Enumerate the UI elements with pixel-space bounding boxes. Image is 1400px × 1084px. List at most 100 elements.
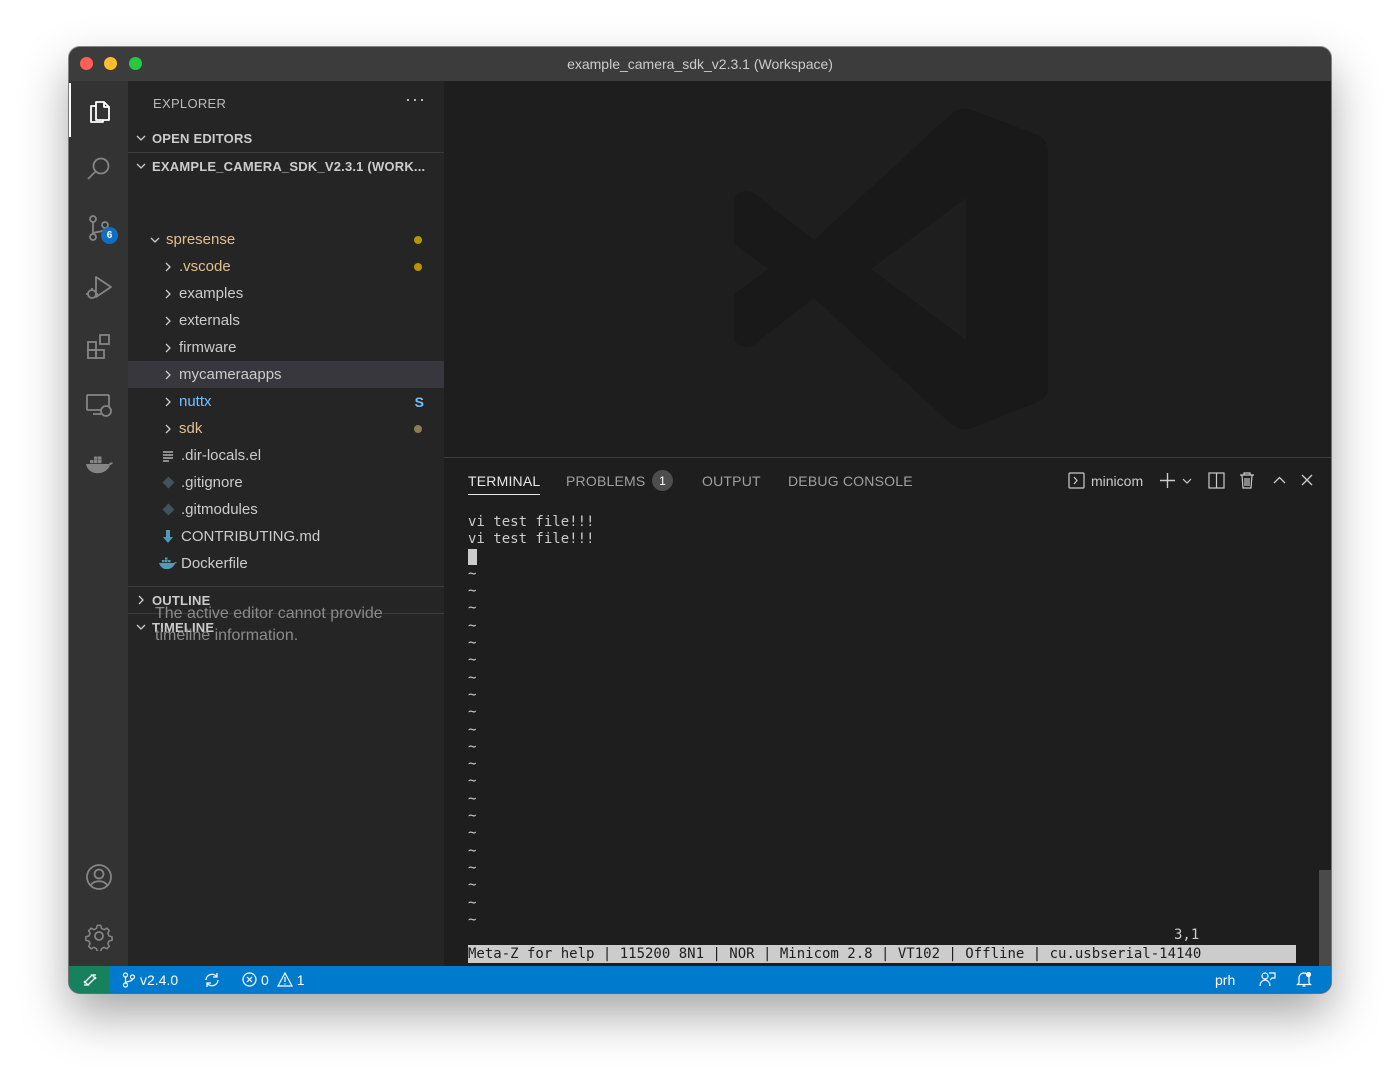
sync-button[interactable]	[204, 966, 220, 993]
workspace-label: EXAMPLE_CAMERA_SDK_V2.3.1 (WORK...	[152, 158, 426, 174]
problems-count-badge: 1	[652, 470, 673, 491]
remote-explorer-activity[interactable]	[69, 378, 128, 432]
bell-icon	[1296, 971, 1312, 987]
chevron-right-icon	[161, 369, 175, 381]
branch-indicator[interactable]: v2.4.0	[122, 966, 178, 993]
explorer-activity[interactable]	[69, 83, 128, 137]
active-tab-indicator	[468, 494, 540, 495]
terminal-selector[interactable]	[1068, 472, 1085, 489]
tree-file[interactable]: CONTRIBUTING.md	[128, 523, 444, 550]
chevron-down-icon	[130, 160, 152, 172]
chevron-down-icon	[1182, 478, 1192, 484]
problems-indicator[interactable]: 0 1	[242, 966, 305, 993]
vi-empty-line: ~	[468, 669, 477, 686]
git-icon	[159, 476, 177, 489]
warning-icon	[276, 972, 293, 987]
terminal-line: vi test file!!!	[468, 514, 595, 530]
chevron-right-icon	[161, 396, 175, 408]
run-debug-icon	[85, 276, 112, 299]
vi-empty-line: ~	[468, 617, 477, 634]
close-panel-button[interactable]	[1301, 474, 1313, 486]
vi-empty-line: ~	[468, 704, 477, 721]
tree-file[interactable]: .gitignore	[128, 469, 444, 496]
terminal-dropdown-button[interactable]	[1182, 476, 1192, 486]
search-icon	[86, 157, 109, 180]
manage-activity[interactable]	[69, 909, 128, 963]
lines-icon	[159, 450, 177, 462]
bottom-panel: TERMINAL PROBLEMS 1 OUTPUT DEBUG CONSOLE…	[444, 457, 1331, 967]
zoom-window-button[interactable]	[129, 57, 142, 70]
terminal-output[interactable]: vi test file!!! vi test file!!! ~ ~ ~ ~ ~ ~ ~ ~ ~ ~…	[468, 514, 1308, 929]
activity-bar: 6	[69, 81, 128, 966]
search-activity[interactable]	[69, 142, 128, 196]
extensions-activity[interactable]	[69, 319, 128, 373]
vi-empty-line: ~	[468, 825, 477, 842]
run-debug-activity[interactable]	[69, 260, 128, 314]
submodule-badge: S	[414, 393, 424, 410]
tree-folder[interactable]: examples	[128, 280, 444, 307]
chevron-right-icon	[161, 288, 175, 300]
tree-root-spresense[interactable]: spresense	[128, 226, 444, 253]
vi-empty-line: ~	[468, 565, 477, 582]
tree-file[interactable]: .dir-locals.el	[128, 442, 444, 469]
tree-folder[interactable]: sdk	[128, 415, 444, 442]
close-window-button[interactable]	[80, 57, 93, 70]
new-terminal-button[interactable]	[1159, 472, 1176, 489]
docker-activity[interactable]	[69, 437, 128, 491]
tree-folder[interactable]: nuttx S	[128, 388, 444, 415]
modified-dot	[414, 235, 422, 244]
docker-icon	[85, 456, 113, 474]
sync-icon	[205, 972, 219, 987]
terminal-name[interactable]: minicom	[1091, 473, 1143, 489]
source-control-badge: 6	[101, 227, 118, 244]
terminal-scrollbar[interactable]	[1319, 870, 1331, 967]
modified-dot	[414, 424, 422, 433]
vi-empty-line: ~	[468, 686, 477, 703]
chevron-right-icon	[161, 315, 175, 327]
kill-terminal-button[interactable]	[1239, 471, 1255, 489]
tree-folder[interactable]: firmware	[128, 334, 444, 361]
vi-empty-line: ~	[468, 652, 477, 669]
minimize-window-button[interactable]	[104, 57, 117, 70]
accounts-activity[interactable]	[69, 850, 128, 904]
notifications-button[interactable]	[1296, 966, 1312, 993]
tree-item-label: nuttx	[179, 393, 212, 410]
chevron-right-icon	[161, 261, 175, 273]
vi-empty-line: ~	[468, 738, 477, 755]
workspace-section[interactable]: EXAMPLE_CAMERA_SDK_V2.3.1 (WORK...	[128, 152, 444, 179]
chevron-down-icon	[130, 132, 152, 144]
open-editors-section[interactable]: OPEN EDITORS	[128, 125, 444, 151]
user-indicator[interactable]: prh	[1215, 966, 1235, 993]
remote-explorer-icon	[85, 394, 112, 417]
status-bar: v2.4.0 0 1 prh	[69, 966, 1331, 993]
docker-file-icon	[159, 557, 177, 570]
tree-file[interactable]: .gitmodules	[128, 496, 444, 523]
minicom-status-line: Meta-Z for help | 115200 8N1 | NOR | Min…	[468, 945, 1296, 963]
tree-item-label: .dir-locals.el	[181, 447, 262, 464]
tab-terminal[interactable]: TERMINAL	[468, 473, 540, 489]
git-icon	[159, 503, 177, 516]
split-terminal-button[interactable]	[1208, 472, 1225, 489]
tab-debug-console[interactable]: DEBUG CONSOLE	[788, 473, 913, 489]
tree-folder[interactable]: mycameraapps	[128, 361, 444, 388]
terminal-cursor	[468, 548, 477, 565]
source-control-activity[interactable]: 6	[69, 201, 128, 255]
tree-file[interactable]: Dockerfile	[128, 550, 444, 577]
tree-folder[interactable]: externals	[128, 307, 444, 334]
tree-item-label: .gitmodules	[181, 501, 258, 518]
tree-folder[interactable]: .vscode	[128, 253, 444, 280]
vi-empty-line: ~	[468, 756, 477, 773]
vi-empty-line: ~	[468, 600, 477, 617]
warning-count: 1	[296, 971, 305, 988]
vscode-logo-watermark-icon	[734, 108, 1048, 430]
editor-area[interactable]	[444, 81, 1331, 457]
chevron-down-icon	[148, 234, 162, 246]
chevron-right-icon	[161, 342, 175, 354]
feedback-button[interactable]	[1259, 966, 1276, 993]
maximize-panel-button[interactable]	[1273, 474, 1286, 487]
tab-problems[interactable]: PROBLEMS	[566, 473, 645, 489]
more-actions-button[interactable]: ···	[405, 89, 426, 110]
tab-output[interactable]: OUTPUT	[702, 473, 761, 489]
remote-indicator[interactable]	[69, 966, 110, 993]
extensions-icon	[86, 334, 110, 359]
